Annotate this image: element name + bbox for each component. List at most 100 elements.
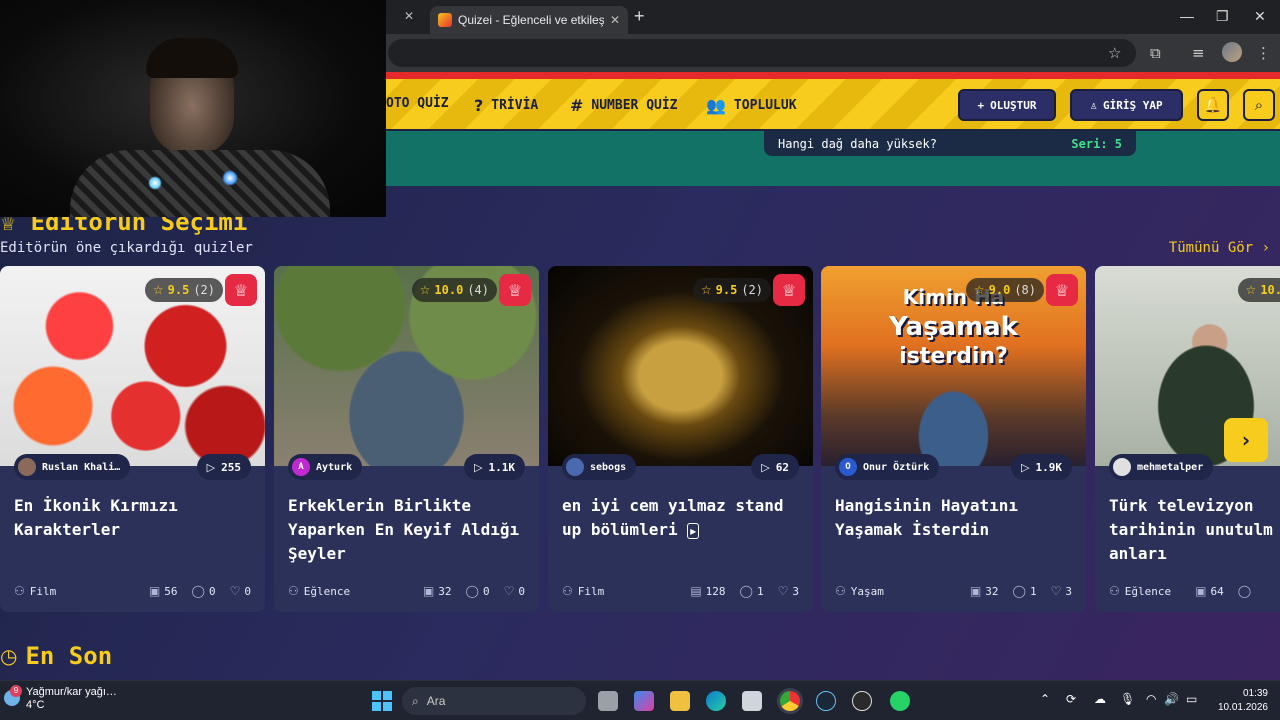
images-icon: ▣ bbox=[148, 584, 161, 598]
weather-temp: 4°C bbox=[26, 699, 45, 711]
quiz-title[interactable]: Erkeklerin Birlikte Yaparken En Keyif Al… bbox=[288, 494, 533, 566]
editor-pick-crown-icon: ♕ bbox=[773, 274, 805, 306]
quiz-card[interactable]: Kimin Ha Yaşamak isterdin? ☆ 9.0 (8) ♕ O… bbox=[821, 266, 1086, 612]
comment-icon: ◯ bbox=[739, 584, 753, 598]
hero-question-pill[interactable]: Hangi dağ daha yüksek? Seri: 5 bbox=[764, 131, 1136, 156]
create-button[interactable]: + OLUŞTUR bbox=[958, 89, 1056, 121]
search-button[interactable]: ⌕ bbox=[1243, 89, 1275, 121]
category-icon: ⚇ bbox=[1109, 584, 1120, 598]
notifications-button[interactable]: 🔔 bbox=[1197, 89, 1229, 121]
rating-value: 10. bbox=[1260, 283, 1280, 297]
login-button[interactable]: ♙ GİRİŞ YAP bbox=[1070, 89, 1183, 121]
chrome-icon[interactable] bbox=[780, 691, 800, 711]
heart-icon[interactable]: ♡ bbox=[230, 584, 241, 598]
nav-topluluk[interactable]: 👥 TOPLULUK bbox=[706, 96, 797, 115]
chevron-right-icon: › bbox=[1241, 428, 1251, 452]
comment-count: 1 bbox=[1029, 584, 1037, 598]
volume-icon[interactable]: 🔊 bbox=[1164, 692, 1179, 706]
tray-overflow-icon[interactable]: ⌃ bbox=[1040, 692, 1050, 706]
play-count: ▷ 255 bbox=[196, 454, 251, 480]
carousel-next-button[interactable]: › bbox=[1224, 418, 1268, 462]
quiz-title[interactable]: En İkonik Kırmızı Karakterler bbox=[14, 494, 259, 542]
crown-icon: ♕ bbox=[0, 214, 17, 235]
nav-trivia[interactable]: ? TRİVİA bbox=[474, 96, 538, 115]
task-view-icon[interactable] bbox=[598, 691, 618, 711]
nav-number-quiz[interactable]: # NUMBER QUİZ bbox=[570, 96, 678, 115]
profile-avatar[interactable] bbox=[1222, 42, 1242, 62]
battery-icon[interactable]: ▭ bbox=[1186, 692, 1197, 706]
sync-icon[interactable]: ⟳ bbox=[1066, 692, 1076, 706]
wifi-icon[interactable]: ◠ bbox=[1146, 692, 1156, 706]
heart-icon[interactable]: ♡ bbox=[1051, 584, 1062, 598]
nav-oto-quiz[interactable]: OTO QUİZ bbox=[386, 96, 449, 111]
microphone-icon[interactable]: 🎙 bbox=[1120, 692, 1135, 706]
maximize-icon[interactable]: ❐ bbox=[1216, 8, 1229, 25]
quiz-title[interactable]: en iyi cem yılmaz stand up bölümleri ▸ bbox=[562, 494, 807, 543]
card-footer: ⚇ Film ▣ 56 ◯ 0 ♡ 0 bbox=[14, 584, 251, 598]
chatgpt-icon[interactable] bbox=[852, 691, 872, 711]
like-count: 0 bbox=[244, 584, 251, 598]
steam-icon[interactable] bbox=[816, 691, 836, 711]
comment-icon: ◯ bbox=[191, 584, 205, 598]
browser-menu-icon[interactable]: ⋮ bbox=[1256, 44, 1271, 62]
whatsapp-icon[interactable] bbox=[890, 691, 910, 711]
category-icon: ⚇ bbox=[562, 584, 573, 598]
window-close-icon[interactable]: ✕ bbox=[1254, 8, 1266, 25]
category-icon: ⚇ bbox=[835, 584, 846, 598]
see-all-link[interactable]: Tümünü Gör › bbox=[1169, 240, 1270, 256]
copilot-icon[interactable] bbox=[634, 691, 654, 711]
system-clock[interactable]: 01:39 10.01.2026 bbox=[1212, 687, 1268, 715]
author-chip[interactable]: Ruslan Khali… bbox=[14, 454, 131, 480]
heart-icon[interactable]: ♡ bbox=[778, 584, 789, 598]
nav-label: TRİVİA bbox=[491, 98, 539, 113]
author-chip[interactable]: sebogs bbox=[562, 454, 637, 480]
start-button[interactable] bbox=[372, 691, 392, 711]
cloud-icon[interactable]: ☁ bbox=[1094, 692, 1106, 706]
chevron-right-icon: › bbox=[1261, 240, 1270, 256]
browser-tab-active[interactable]: Quizei - Eğlenceli ve etkileşimli ✕ bbox=[430, 6, 628, 34]
see-all-label: Tümünü Gör bbox=[1168, 240, 1254, 256]
question-icon: ? bbox=[474, 96, 484, 115]
main-content: ♕ Editörün Seçimi Editörün öne çıkardığı… bbox=[0, 186, 1280, 680]
clock-time: 01:39 bbox=[1242, 688, 1268, 699]
video-icon: ▸ bbox=[687, 523, 700, 539]
author-chip[interactable]: A Ayturk bbox=[288, 454, 363, 480]
comment-icon: ◯ bbox=[1012, 584, 1026, 598]
star-icon: ☆ bbox=[152, 283, 164, 297]
file-explorer-icon[interactable] bbox=[670, 691, 690, 711]
heart-icon[interactable]: ♡ bbox=[504, 584, 515, 598]
prev-tab-close-icon[interactable]: ✕ bbox=[404, 9, 414, 23]
rating-value: 9.5 bbox=[167, 283, 190, 297]
quiz-card[interactable]: ☆ 9.5 (2) ♕ sebogs ▷ 62 en iyi cem yılma… bbox=[548, 266, 813, 612]
play-count-value: 1.9K bbox=[1035, 460, 1063, 474]
quiz-title[interactable]: Hangisinin Hayatını Yaşamak İsterdin bbox=[835, 494, 1080, 542]
rating-count: (8) bbox=[1014, 283, 1036, 297]
clapper-icon: ▤ bbox=[690, 584, 702, 598]
question-count: 32 bbox=[438, 584, 452, 598]
new-tab-button[interactable]: + bbox=[634, 6, 645, 27]
site-favicon-icon bbox=[438, 13, 452, 27]
play-count-value: 62 bbox=[775, 460, 789, 474]
create-label: OLUŞTUR bbox=[990, 98, 1037, 112]
taskbar-search[interactable]: ⌕ Ara bbox=[402, 687, 586, 715]
author-avatar: A bbox=[292, 458, 310, 476]
author-chip[interactable]: O Onur Öztürk bbox=[835, 454, 940, 480]
store-icon[interactable] bbox=[742, 691, 762, 711]
tab-close-icon[interactable]: ✕ bbox=[610, 13, 620, 27]
hash-icon: # bbox=[570, 96, 584, 115]
author-name: sebogs bbox=[590, 461, 627, 473]
author-name: mehmetalper bbox=[1137, 461, 1204, 473]
bookmark-star-icon[interactable]: ☆ bbox=[1108, 44, 1121, 62]
quiz-card[interactable]: ☆ 10.0 (4) ♕ A Ayturk ▷ 1.1K Erkeklerin … bbox=[274, 266, 539, 612]
edge-icon[interactable] bbox=[706, 691, 726, 711]
quiz-card[interactable]: ☆ 9.5 (2) ♕ Ruslan Khali… ▷ 255 En İkoni… bbox=[0, 266, 265, 612]
rating-count: (2) bbox=[193, 283, 215, 297]
url-field[interactable] bbox=[388, 39, 1136, 67]
author-chip[interactable]: mehmetalper bbox=[1109, 454, 1214, 480]
weather-widget[interactable]: 9 Yağmur/kar yağı… 4°C bbox=[4, 685, 117, 712]
minimize-icon[interactable]: — bbox=[1180, 8, 1194, 24]
quiz-title[interactable]: Türk televizyon tarihinin unutulm anları bbox=[1109, 494, 1280, 566]
play-count: ▷ 1.1K bbox=[464, 454, 525, 480]
media-control-icon[interactable]: ≡ bbox=[1192, 44, 1205, 62]
extensions-icon[interactable]: ⧉ bbox=[1150, 44, 1161, 62]
